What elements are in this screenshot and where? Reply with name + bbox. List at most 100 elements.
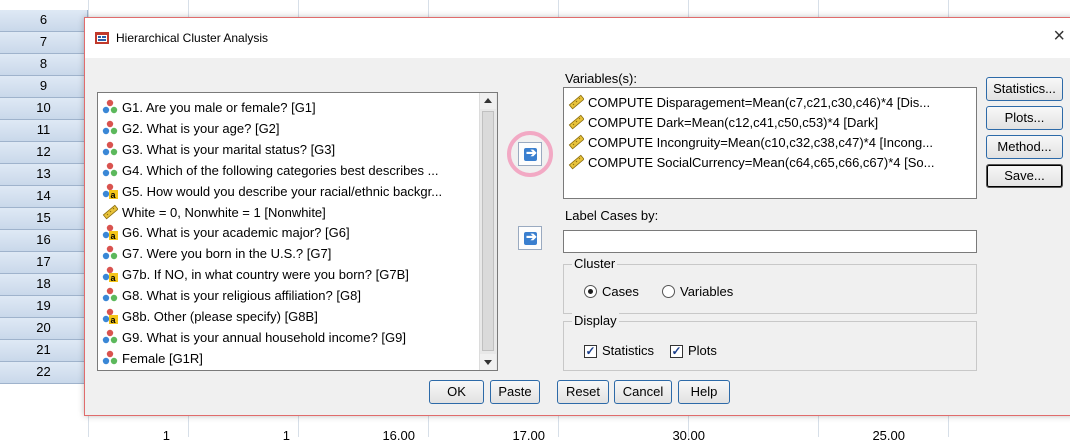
right-arrow-icon: ➔ [526, 229, 537, 244]
source-variable-list[interactable]: G1. Are you male or female? [G1] G2. What… [97, 92, 498, 371]
cell-value[interactable]: 1 [110, 428, 170, 443]
nominal-icon [102, 287, 118, 303]
row-header[interactable]: 11 [0, 120, 88, 142]
list-item[interactable]: G2. What is your age? [G2] [102, 118, 280, 140]
variables-label: Variables(s): [565, 71, 638, 86]
variables-radio[interactable] [662, 285, 675, 298]
list-item[interactable]: a G8b. Other (please specify) [G8B] [102, 306, 318, 328]
selected-variables-list[interactable]: COMPUTE Disparagement=Mean(c7,c21,c30,c4… [563, 87, 977, 199]
row-header[interactable]: 12 [0, 142, 88, 164]
scale-ruler-icon [568, 94, 585, 110]
move-to-label-cases-button[interactable]: ➔ [518, 226, 542, 250]
string-nominal-icon: a [102, 183, 118, 200]
scale-ruler-icon [568, 134, 585, 150]
scroll-down-icon[interactable] [480, 354, 496, 370]
nominal-icon [102, 141, 118, 157]
list-item[interactable]: G8. What is your religious affiliation? … [102, 285, 361, 307]
statistics-checkbox-label[interactable]: Statistics [602, 343, 654, 358]
row-header[interactable]: 18 [0, 274, 88, 296]
row-header[interactable]: 22 [0, 362, 88, 384]
right-arrow-icon: ➔ [526, 145, 537, 160]
list-item[interactable]: G4. Which of the following categories be… [102, 160, 439, 182]
close-icon[interactable]: × [1053, 26, 1065, 46]
display-group: Display ✓ Statistics ✓ Plots [563, 313, 977, 371]
list-item-label: G9. What is your annual household income… [122, 329, 406, 345]
statistics-checkbox[interactable]: ✓ [584, 345, 597, 358]
row-header[interactable]: 8 [0, 54, 88, 76]
statistics-button[interactable]: Statistics... [986, 77, 1063, 101]
list-item[interactable]: G1. Are you male or female? [G1] [102, 97, 316, 119]
selected-variable-label: COMPUTE Disparagement=Mean(c7,c21,c30,c4… [588, 95, 931, 110]
list-item[interactable]: Female [G1R] [102, 348, 203, 370]
save-button[interactable]: Save... [986, 164, 1063, 188]
scale-ruler-icon [102, 204, 119, 220]
help-button[interactable]: Help [678, 380, 730, 404]
nominal-icon [102, 120, 118, 136]
cell-value[interactable]: 30.00 [645, 428, 705, 443]
cancel-button[interactable]: Cancel [614, 380, 672, 404]
row-header[interactable]: 14 [0, 186, 88, 208]
list-item[interactable]: a G7b. If NO, in what country were you bo… [102, 264, 409, 286]
row-header[interactable]: 10 [0, 98, 88, 120]
move-to-variables-button[interactable]: ➔ [518, 142, 542, 166]
dialog-titlebar[interactable]: Hierarchical Cluster Analysis × [85, 18, 1070, 58]
cell-value[interactable]: 25.00 [845, 428, 905, 443]
cell-value[interactable]: 17.00 [485, 428, 545, 443]
cases-radio-label[interactable]: Cases [602, 284, 639, 299]
cluster-group-title: Cluster [572, 256, 618, 271]
row-header[interactable]: 7 [0, 32, 88, 54]
ok-button[interactable]: OK [429, 380, 484, 404]
plots-checkbox[interactable]: ✓ [670, 345, 683, 358]
list-item-label: G6. What is your academic major? [G6] [122, 225, 350, 241]
plots-button[interactable]: Plots... [986, 106, 1063, 130]
source-list-scrollbar[interactable] [479, 93, 497, 370]
list-item[interactable]: a G6. What is your academic major? [G6] [102, 222, 350, 244]
row-header[interactable]: 16 [0, 230, 88, 252]
cases-radio[interactable] [584, 285, 597, 298]
row-header[interactable]: 15 [0, 208, 88, 230]
list-item-label: G7b. If NO, in what country were you bor… [122, 267, 409, 283]
selected-variable-item[interactable]: COMPUTE Disparagement=Mean(c7,c21,c30,c4… [568, 92, 930, 114]
list-item-label: G4. Which of the following categories be… [122, 162, 439, 178]
list-item-label: Female [G1R] [122, 350, 203, 366]
scroll-thumb[interactable] [482, 111, 494, 351]
row-header[interactable]: 9 [0, 76, 88, 98]
selected-variable-item[interactable]: COMPUTE Incongruity=Mean(c10,c32,c38,c47… [568, 132, 933, 154]
label-cases-field[interactable] [563, 230, 977, 253]
reset-button[interactable]: Reset [557, 380, 609, 404]
list-item-label: G8. What is your religious affiliation? … [122, 288, 361, 304]
string-nominal-icon: a [102, 224, 118, 241]
row-header[interactable]: 20 [0, 318, 88, 340]
nominal-icon [102, 99, 118, 115]
string-nominal-icon: a [102, 266, 118, 283]
selected-variable-label: COMPUTE SocialCurrency=Mean(c64,c65,c66,… [588, 155, 935, 170]
spss-app-icon [95, 32, 109, 44]
row-header[interactable]: 13 [0, 164, 88, 186]
plots-checkbox-label[interactable]: Plots [688, 343, 717, 358]
scale-ruler-icon [568, 154, 585, 170]
list-item[interactable]: G9. What is your annual household income… [102, 327, 406, 349]
scroll-up-icon[interactable] [480, 93, 496, 109]
cell-value[interactable]: 16.00 [355, 428, 415, 443]
cell-value[interactable]: 1 [230, 428, 290, 443]
paste-button[interactable]: Paste [490, 380, 540, 404]
list-item[interactable]: White = 0, Nonwhite = 1 [Nonwhite] [102, 202, 326, 224]
row-header[interactable]: 6 [0, 10, 88, 32]
list-item[interactable]: a G5. How would you describe your racial/… [102, 181, 442, 203]
list-item[interactable]: G7. Were you born in the U.S.? [G7] [102, 243, 331, 265]
row-header[interactable]: 19 [0, 296, 88, 318]
selected-variable-item[interactable]: COMPUTE Dark=Mean(c12,c41,c50,c53)*4 [Da… [568, 112, 878, 134]
row-header[interactable]: 21 [0, 340, 88, 362]
selected-variable-item[interactable]: COMPUTE SocialCurrency=Mean(c64,c65,c66,… [568, 152, 934, 174]
method-button[interactable]: Method... [986, 135, 1063, 159]
display-group-title: Display [572, 313, 619, 328]
list-item-label: G5. How would you describe your racial/e… [122, 183, 443, 199]
list-item-label: White = 0, Nonwhite = 1 [Nonwhite] [122, 204, 326, 220]
row-header[interactable]: 17 [0, 252, 88, 274]
list-item[interactable]: G3. What is your marital status? [G3] [102, 139, 335, 161]
nominal-icon [102, 245, 118, 261]
cluster-group: Cluster Cases Variables [563, 256, 977, 314]
variables-radio-label[interactable]: Variables [680, 284, 733, 299]
list-item-label: G7. Were you born in the U.S.? [G7] [122, 246, 332, 262]
list-item-label: G2. What is your age? [G2] [122, 120, 280, 136]
